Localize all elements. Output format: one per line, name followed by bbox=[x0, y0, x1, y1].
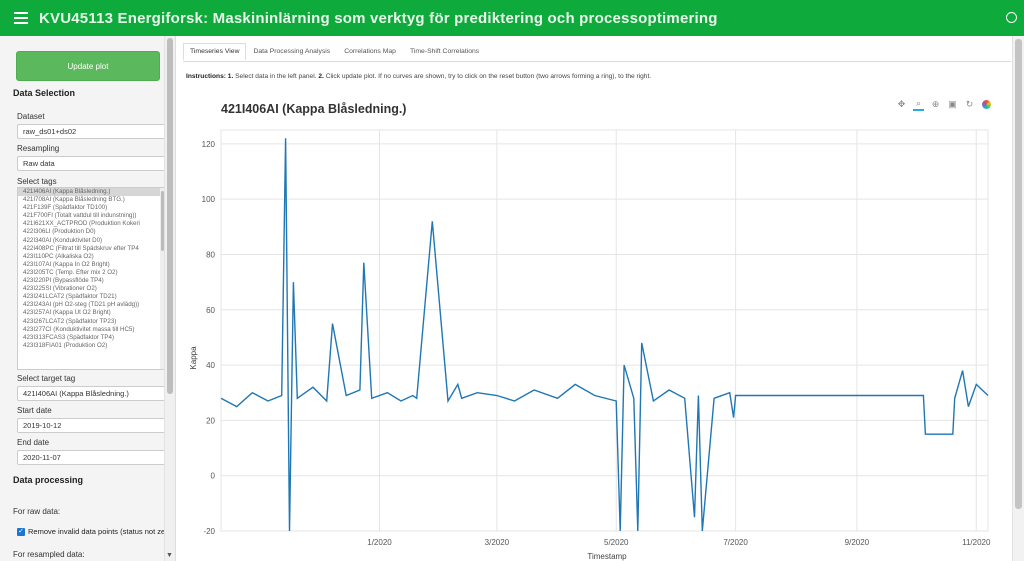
tag-option[interactable]: 423I318FIA01 (Produktion O2) bbox=[18, 342, 165, 350]
remove-invalid-option[interactable]: ✓ Remove invalid data points (status not… bbox=[17, 527, 165, 536]
main-panel: Timeseries View Data Processing Analysis… bbox=[176, 36, 1012, 561]
tag-option[interactable]: 421I708AI (Kappa Blåsledning BTG.) bbox=[18, 196, 165, 204]
y-tick-label: 80 bbox=[206, 250, 215, 259]
plot-frame bbox=[220, 129, 989, 532]
app-header: KVU45113 Energiforsk: Maskininlärning so… bbox=[0, 0, 1024, 36]
hamburger-menu-icon[interactable] bbox=[14, 12, 28, 24]
scroll-down-icon[interactable]: ▼ bbox=[166, 552, 173, 559]
x-tick-label: 3/2020 bbox=[485, 538, 510, 547]
tag-option[interactable]: 423I277CI (Konduktivitet massa till HC5) bbox=[18, 326, 165, 334]
box-zoom-icon[interactable]: ⌕ bbox=[913, 98, 924, 111]
update-plot-button[interactable]: Update plot bbox=[16, 51, 160, 81]
status-circle-icon[interactable] bbox=[1006, 12, 1017, 23]
end-date-input[interactable]: 2020-11-07 bbox=[17, 450, 166, 465]
wheel-zoom-icon[interactable]: ⊕ bbox=[930, 99, 941, 110]
x-tick-label: 9/2020 bbox=[845, 538, 870, 547]
chart-axes: -20 0 20 40 60 80 100 120 1/2020 3/2020 5/2020 7/20… bbox=[202, 140, 991, 547]
resampling-label: Resampling bbox=[17, 144, 60, 153]
select-tags-label: Select tags bbox=[17, 177, 57, 186]
tab-data-processing-analysis[interactable]: Data Processing Analysis bbox=[246, 43, 337, 60]
app-title: KVU45113 Energiforsk: Maskininlärning so… bbox=[39, 9, 718, 27]
plot-toolbar: ✥ ⌕ ⊕ ▣ ↻ bbox=[896, 98, 992, 111]
tag-option[interactable]: 423I241LCAT2 (Spädfaktor TD21) bbox=[18, 293, 165, 301]
pan-icon[interactable]: ✥ bbox=[896, 99, 907, 110]
y-tick-label: 120 bbox=[202, 140, 216, 149]
y-tick-label: 60 bbox=[206, 306, 215, 315]
tag-option[interactable]: 422I408PC (Filtrat till Spädskruv efter … bbox=[18, 245, 165, 253]
tag-option[interactable]: 423I205TC (Temp. Efter mix 2 O2) bbox=[18, 269, 165, 277]
tab-bar: Timeseries View Data Processing Analysis… bbox=[183, 43, 1011, 62]
save-icon[interactable]: ▣ bbox=[947, 99, 958, 110]
tag-option[interactable]: 423I257AI (Kappa Ut O2 Bright) bbox=[18, 309, 165, 317]
tag-option[interactable]: 422I306LI (Produktion D0) bbox=[18, 228, 165, 236]
resampled-data-label: For resampled data: bbox=[13, 550, 85, 559]
sidebar-scrollbar[interactable]: ▼ bbox=[164, 36, 175, 561]
raw-data-label: For raw data: bbox=[13, 507, 61, 516]
x-tick-label: 7/2020 bbox=[723, 538, 748, 547]
target-tag-select[interactable]: 421I406AI (Kappa Blåsledning.) bbox=[17, 386, 166, 401]
target-tag-label: Select target tag bbox=[17, 374, 76, 383]
y-axis-label: Kappa bbox=[189, 346, 198, 370]
x-tick-label: 5/2020 bbox=[604, 538, 629, 547]
y-tick-label: 40 bbox=[206, 361, 215, 370]
y-tick-label: -20 bbox=[203, 527, 215, 536]
tab-time-shift-correlations[interactable]: Time-Shift Correlations bbox=[403, 43, 486, 60]
start-date-input[interactable]: 2019-10-12 bbox=[17, 418, 166, 433]
chart-grid bbox=[220, 129, 989, 532]
tag-option[interactable]: 422I340AI (Konduktivitet D0) bbox=[18, 237, 165, 245]
tag-option[interactable]: 423I243AI (pH O2-steg (TD21 pH avlädg)) bbox=[18, 301, 165, 309]
tags-multiselect[interactable]: 421I406AI (Kappa Blåsledning.) 421I708AI … bbox=[17, 187, 166, 370]
checkbox-checked-icon[interactable]: ✓ bbox=[17, 527, 25, 536]
dataset-input[interactable]: raw_ds01+ds02 bbox=[17, 124, 166, 139]
series-line bbox=[220, 138, 989, 532]
tag-option[interactable]: 423I225SI (Vibrationer O2) bbox=[18, 285, 165, 293]
tab-timeseries-view[interactable]: Timeseries View bbox=[183, 43, 247, 60]
reset-icon[interactable]: ↻ bbox=[964, 99, 975, 110]
y-tick-label: 0 bbox=[211, 472, 216, 481]
tag-option[interactable]: 421I406AI (Kappa Blåsledning.) bbox=[18, 188, 165, 197]
chart-title: 421I406AI (Kappa Blåsledning.) bbox=[221, 102, 407, 116]
tag-option[interactable]: 423I267LCAT2 (Spädfaktor TP23) bbox=[18, 318, 165, 326]
start-date-label: Start date bbox=[17, 406, 52, 415]
tag-option[interactable]: 421I621XX_ACTPROD (Produktion Kokeri bbox=[18, 220, 165, 228]
tag-option[interactable]: 421F139F (Spädfaktor TD100) bbox=[18, 204, 165, 212]
tag-option[interactable]: 421F700FI (Totalt vattdul till indunstni… bbox=[18, 212, 165, 220]
tab-correlations-map[interactable]: Correlations Map bbox=[337, 43, 403, 60]
timeseries-chart[interactable]: -20 0 20 40 60 80 100 120 1/2020 3/2020 5/2020 7/20… bbox=[176, 118, 996, 561]
resampling-select[interactable]: Raw data bbox=[17, 156, 166, 171]
data-selection-title: Data Selection bbox=[13, 88, 76, 98]
y-tick-label: 100 bbox=[202, 195, 216, 204]
bokeh-logo-icon[interactable] bbox=[981, 99, 992, 110]
x-tick-label: 11/2020 bbox=[962, 538, 991, 547]
y-tick-label: 20 bbox=[206, 416, 215, 425]
tag-option[interactable]: 423I313FCAS3 (Spädfaktor TP4) bbox=[18, 334, 165, 342]
instructions-text: Instructions: 1. Select data in the left… bbox=[186, 73, 652, 80]
data-processing-title: Data processing bbox=[13, 475, 84, 485]
remove-invalid-label: Remove invalid data points (status not z… bbox=[28, 527, 166, 536]
tag-option[interactable]: 423I110PC (Alkaliska O2) bbox=[18, 253, 165, 261]
sidebar: Update plot Data Selection Dataset raw_d… bbox=[0, 36, 176, 561]
tag-option[interactable]: 423I220PI (Bypassflöde TP4) bbox=[18, 277, 165, 285]
x-tick-label: 1/2020 bbox=[367, 538, 392, 547]
dataset-label: Dataset bbox=[17, 112, 45, 121]
main-scrollbar[interactable] bbox=[1012, 36, 1024, 561]
tag-option[interactable]: 423I107AI (Kappa In O2 Bright) bbox=[18, 261, 165, 269]
x-axis-label: Timestamp bbox=[587, 552, 627, 561]
end-date-label: End date bbox=[17, 438, 50, 447]
